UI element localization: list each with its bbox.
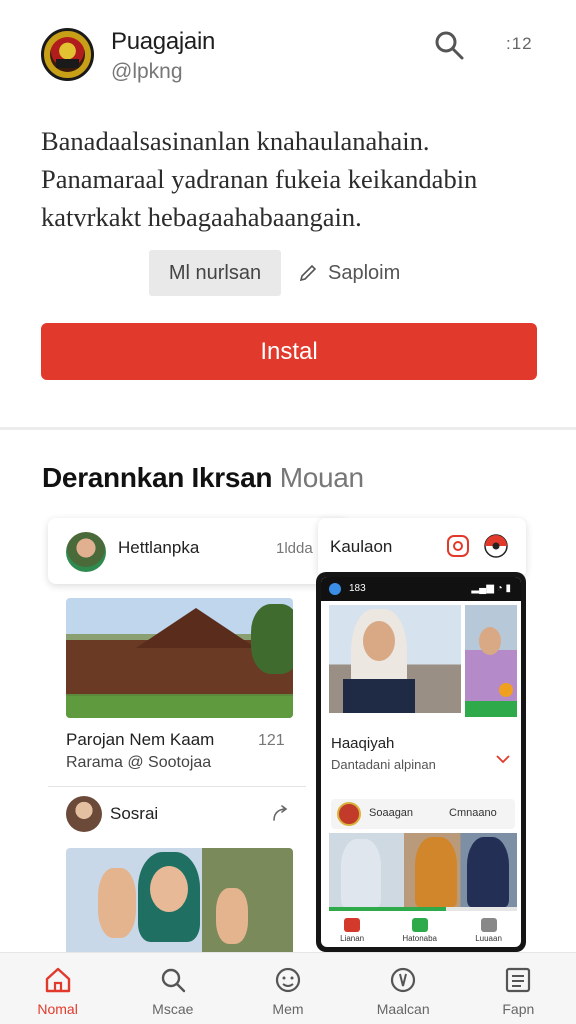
- face-icon: [275, 967, 301, 993]
- nav-item-list[interactable]: Fapn: [461, 953, 576, 1024]
- pokeball-icon[interactable]: [484, 534, 508, 558]
- status-time: 183: [349, 583, 366, 594]
- card-name: Hettlanpka: [118, 538, 200, 557]
- secondary-chip-button[interactable]: Saploim: [298, 250, 400, 296]
- description-line: katvrkakt hebagaahabaangain.: [41, 202, 362, 232]
- status-bar: 183 ▂▄▆ ◔ ▮: [321, 577, 521, 601]
- group-photo[interactable]: [329, 833, 517, 907]
- shield-icon: [391, 967, 416, 993]
- section-title-bold: Derannkan Ikrsan: [42, 462, 273, 493]
- app-header: Puagajain @lpkng :12: [0, 0, 576, 100]
- row-divider: [48, 786, 306, 787]
- section-title-muted: Mouan: [279, 462, 364, 493]
- app-title: Puagajain: [111, 28, 216, 55]
- phone-post-title: Haaqiyah: [331, 735, 395, 752]
- nav-label: Nomal: [37, 1001, 78, 1017]
- phone-nav-icon: [411, 917, 428, 932]
- phone-nav-label: Luuaan: [475, 933, 502, 943]
- waving-woman-photo[interactable]: [66, 848, 293, 952]
- hijab-woman-photo[interactable]: [329, 605, 461, 713]
- card-meta: 1ldda: [276, 540, 313, 557]
- phone-list-row[interactable]: Soaagan Cmnaano: [331, 799, 515, 829]
- nav-item-shield[interactable]: Maalcan: [346, 953, 461, 1024]
- preview-card-header[interactable]: Hettlanpka 1ldda: [48, 518, 348, 584]
- phone-nav-icon: [480, 917, 497, 932]
- phone-bottom-nav: Lianan Hatonaba Luuaan: [321, 913, 521, 947]
- phone-mockup: 183 ▂▄▆ ◔ ▮ Haaqiyah Dantadani alpinan S…: [316, 572, 526, 952]
- phone-nav-label: Lianan: [340, 933, 365, 943]
- home-icon: [45, 967, 70, 993]
- user-name: Sosrai: [110, 804, 159, 823]
- phone-progress-bar: [329, 907, 517, 911]
- avatar: [66, 532, 106, 572]
- signal-wifi-battery-icon: ▂▄▆ ◔ ▮: [471, 583, 511, 594]
- description-line: Panamaraal yadranan fukeia keikandabin: [41, 164, 478, 194]
- nav-item-face[interactable]: Mem: [230, 953, 345, 1024]
- nav-label: Fapn: [502, 1001, 535, 1017]
- phone-nav-item[interactable]: Luuaan: [475, 917, 502, 943]
- post-subtitle: Rarama @ Sootojaa: [66, 754, 212, 771]
- side-photo[interactable]: [465, 605, 517, 717]
- phone-post-subtitle: Dantadani alpinan: [331, 757, 436, 772]
- avatar[interactable]: [66, 796, 102, 832]
- nav-item-home[interactable]: Nomal: [0, 953, 115, 1024]
- section-title: Derannkan Ikrsan Mouan: [42, 462, 364, 494]
- phone-screen: 183 ▂▄▆ ◔ ▮ Haaqiyah Dantadani alpinan S…: [321, 577, 521, 947]
- card-name: Kaulaon: [330, 537, 393, 556]
- row-label-right: Cmnaano: [449, 807, 497, 819]
- bottom-nav: Nomal Mscae Mem Maalcan Fapn: [0, 952, 576, 1024]
- description-line: Banadaalsasinanlan knahaulanahain.: [41, 126, 430, 156]
- app-dot-icon: [329, 583, 341, 595]
- nav-label: Mem: [272, 1001, 304, 1017]
- phone-nav-label: Hatonaba: [402, 933, 438, 943]
- install-button[interactable]: Instal: [41, 323, 537, 380]
- share-icon[interactable]: [270, 804, 290, 824]
- house-photo[interactable]: [66, 598, 293, 718]
- search-icon[interactable]: [432, 28, 466, 62]
- search-icon: [161, 968, 185, 993]
- phone-nav-icon: [344, 917, 361, 932]
- nav-label: Mscae: [152, 1001, 194, 1017]
- nav-item-search[interactable]: Mscae: [115, 953, 230, 1024]
- post-count: 121: [258, 732, 285, 749]
- chevron-down-icon[interactable]: [495, 753, 511, 765]
- nav-label: Maalcan: [376, 1001, 430, 1017]
- app-logo: [41, 28, 94, 81]
- more-menu-button[interactable]: :12: [506, 34, 533, 54]
- avatar: [337, 802, 361, 826]
- phone-nav-item[interactable]: Hatonaba: [402, 917, 438, 943]
- app-handle: @lpkng: [111, 60, 183, 83]
- list-icon: [506, 967, 531, 993]
- pencil-icon: [299, 264, 317, 282]
- post-title: Parojan Nem Kaam: [66, 730, 215, 749]
- secondary-chip-label: Saploim: [328, 261, 401, 284]
- section-divider: [0, 427, 576, 430]
- phone-nav-item[interactable]: Lianan: [340, 917, 365, 943]
- camera-icon[interactable]: [446, 534, 470, 558]
- primary-chip-button[interactable]: Ml nurlsan: [149, 250, 281, 296]
- row-label-left: Soaagan: [369, 807, 414, 819]
- app-description: Banadaalsasinanlan knahaulanahain. Panam…: [41, 122, 541, 236]
